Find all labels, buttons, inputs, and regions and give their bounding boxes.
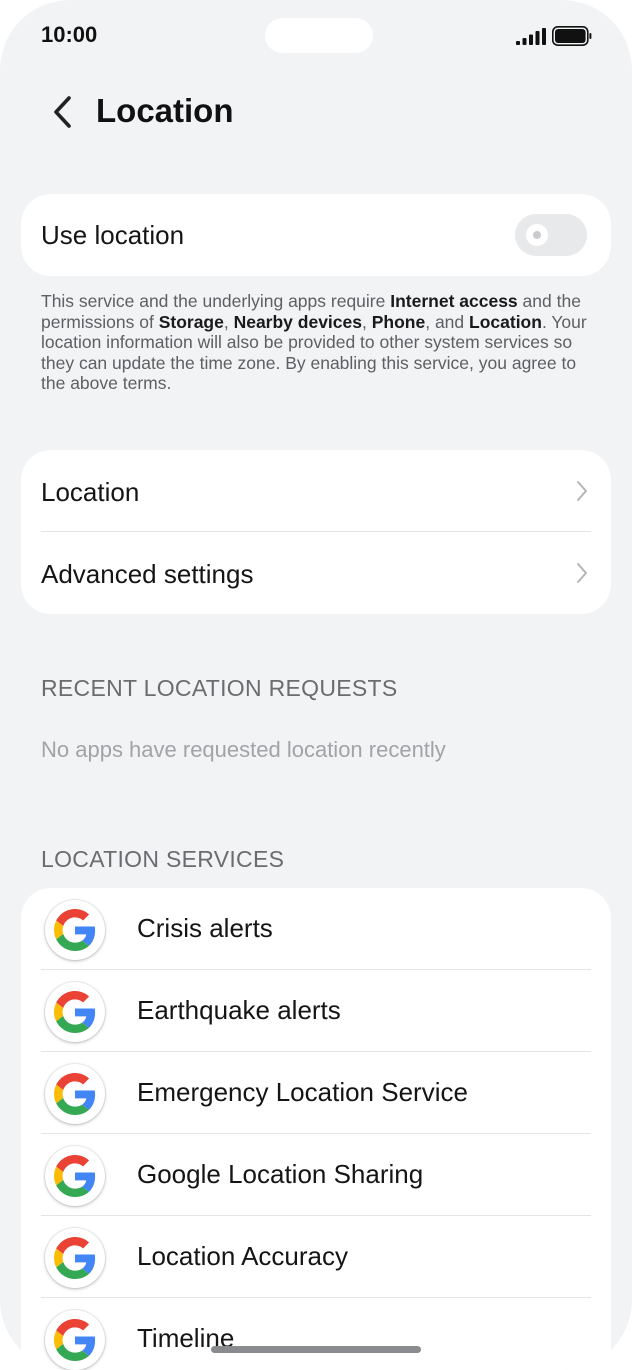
service-item-location-accuracy[interactable]: Location Accuracy	[21, 1216, 611, 1298]
page-title: Location	[96, 92, 234, 129]
recent-requests-empty: No apps have requested location recently	[41, 737, 446, 762]
service-item-crisis-alerts[interactable]: Crisis alerts	[21, 888, 611, 970]
desc-text: ,	[223, 311, 234, 332]
recent-requests-heading: RECENT LOCATION REQUESTS	[41, 675, 398, 701]
status-time: 10:00	[41, 22, 98, 47]
phone-screen: 10:00 Location Use location This service…	[0, 0, 632, 1370]
signal-icon	[516, 28, 546, 45]
desc-bold-phone: Phone	[371, 311, 426, 332]
chevron-right-icon	[577, 563, 587, 583]
google-g-icon	[45, 1146, 105, 1206]
back-arrow-icon	[54, 96, 71, 128]
use-location-label: Use location	[41, 220, 185, 250]
settings-card: Location Advanced settings	[21, 450, 611, 614]
desc-text: This service and the underlying apps req…	[41, 291, 391, 311]
battery-icon	[552, 26, 592, 46]
use-location-toggle[interactable]	[515, 214, 587, 256]
back-button[interactable]	[40, 90, 84, 134]
google-g-icon	[45, 1228, 105, 1288]
toggle-knob	[526, 224, 548, 246]
desc-text: ,	[362, 311, 372, 332]
google-g-icon	[45, 982, 105, 1042]
home-indicator[interactable]	[211, 1346, 421, 1353]
service-label: Google Location Sharing	[137, 1159, 424, 1189]
location-services-heading: LOCATION SERVICES	[41, 846, 285, 872]
advanced-settings-label: Advanced settings	[41, 559, 254, 589]
service-label: Crisis alerts	[137, 913, 273, 943]
service-label: Earthquake alerts	[137, 995, 341, 1025]
use-location-card[interactable]: Use location	[21, 194, 611, 276]
google-g-icon	[45, 900, 105, 960]
location-settings-item[interactable]: Location	[21, 450, 611, 532]
location-settings-label: Location	[41, 477, 140, 507]
service-item-google-location-sharing[interactable]: Google Location Sharing	[21, 1134, 611, 1216]
terms-description: This service and the underlying apps req…	[41, 291, 601, 394]
desc-bold-location: Location	[469, 311, 542, 332]
location-services-card: Crisis alerts Earthquake alerts Emergenc…	[21, 888, 611, 1370]
desc-bold-storage: Storage	[158, 311, 224, 332]
google-g-icon	[45, 1064, 105, 1124]
service-label: Emergency Location Service	[137, 1077, 468, 1107]
service-item-earthquake-alerts[interactable]: Earthquake alerts	[21, 970, 611, 1052]
service-item-emergency-location-service[interactable]: Emergency Location Service	[21, 1052, 611, 1134]
chevron-right-icon	[577, 481, 587, 501]
google-g-icon	[45, 1310, 105, 1370]
service-item-timeline[interactable]: Timeline	[21, 1298, 611, 1370]
camera-island	[265, 18, 373, 53]
advanced-settings-item[interactable]: Advanced settings	[21, 532, 611, 614]
service-label: Location Accuracy	[137, 1241, 349, 1271]
desc-bold-internet: Internet access	[390, 291, 518, 311]
desc-text: , and	[425, 311, 470, 332]
desc-bold-nearby: Nearby devices	[233, 311, 362, 332]
